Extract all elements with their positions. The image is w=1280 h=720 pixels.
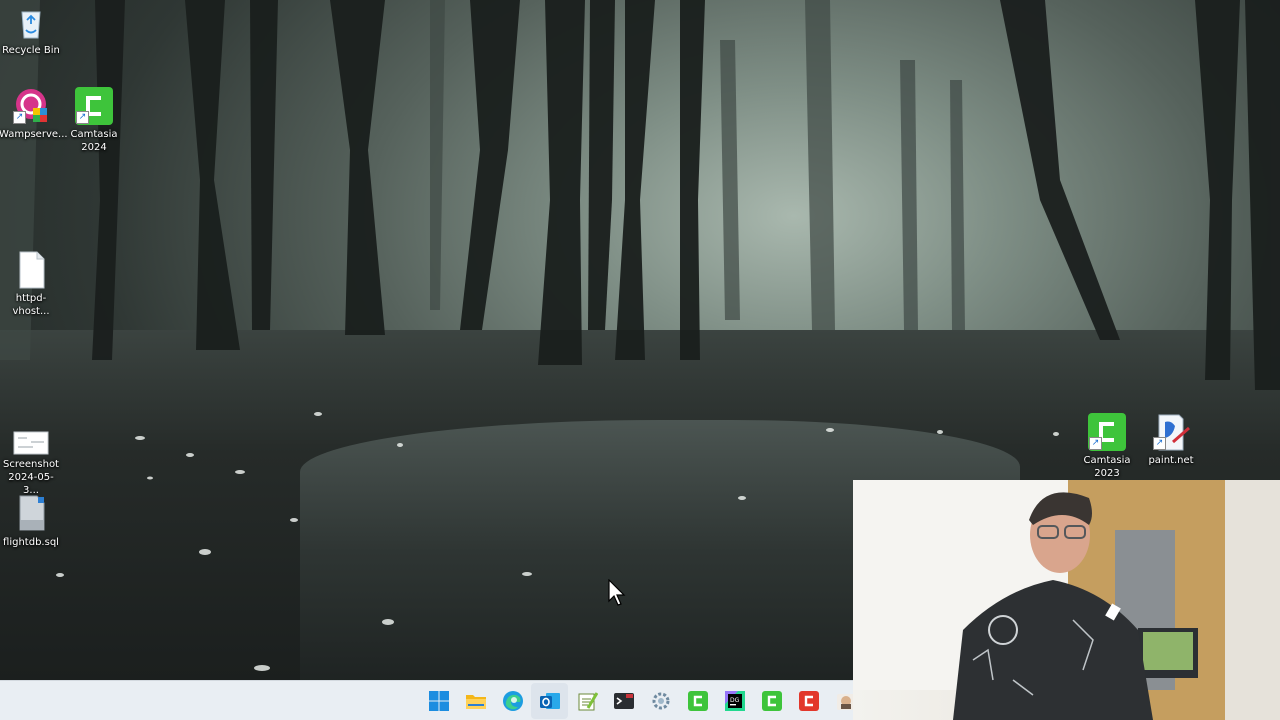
shortcut-arrow-icon: ↗ [1089,437,1102,450]
webcam-presenter-image [853,480,1280,720]
desktop[interactable]: Recycle Bin ↗ Wampserve... ↗ Camtasia 20… [0,0,1280,720]
taskbar-start-button[interactable] [420,683,457,719]
datagrip-icon: DG [724,691,745,711]
mouse-cursor-icon [608,579,626,606]
folder-icon [465,695,486,709]
desktop-icon-paintnet[interactable]: ↗ paint.net [1139,412,1203,467]
taskbar-datagrip[interactable]: DG [716,683,753,719]
desktop-icon-httpd-vhosts[interactable]: httpd-vhost... [0,250,63,318]
taskbar-notepadpp[interactable] [568,683,605,719]
desktop-icon-label: Recycle Bin [2,45,60,56]
camtasia-icon [761,691,782,711]
shortcut-arrow-icon: ↗ [76,111,89,124]
taskbar-camtasia-2024[interactable] [679,683,716,719]
desktop-icon-flightdb[interactable]: flightdb.sql [0,494,63,549]
taskbar-file-explorer[interactable] [457,683,494,719]
desktop-icon-camtasia-2024[interactable]: ↗ Camtasia 2024 [62,86,126,154]
settings-gear-icon [652,692,669,710]
camtasia-icon: ↗ [1087,412,1127,452]
camtasia-icon [687,691,708,711]
sql-file-icon [11,494,51,534]
webcam-overlay [853,480,1280,720]
desktop-icon-wampserver[interactable]: ↗ Wampserve... [0,86,68,141]
paintnet-icon: ↗ [1151,412,1191,452]
wampserver-icon: ↗ [11,86,51,126]
edge-icon [502,691,523,711]
taskbar-app-list: DG [420,681,864,720]
camtasia-icon: ↗ [74,86,114,126]
taskbar-terminal[interactable] [605,683,642,719]
camtasia-recorder-icon [798,691,819,711]
desktop-icon-label: paint.net [1148,455,1194,466]
desktop-icon-camtasia-2023[interactable]: ↗ Camtasia 2023 [1075,412,1139,480]
terminal-icon [613,693,634,709]
taskbar-camtasia-2023[interactable] [753,683,790,719]
desktop-icon-label: Camtasia 2024 [70,129,118,153]
shortcut-arrow-icon: ↗ [1153,437,1166,450]
desktop-icon-recycle-bin[interactable]: Recycle Bin [0,2,63,57]
desktop-icon-label: Camtasia 2023 [1083,455,1131,479]
desktop-icon-label: Wampserve... [0,129,68,140]
svg-text:DG: DG [730,697,740,704]
notepadpp-icon [578,692,598,711]
taskbar-settings[interactable] [642,683,679,719]
file-icon [11,250,51,290]
shortcut-arrow-icon: ↗ [13,111,26,124]
desktop-icon-label: flightdb.sql [3,537,59,548]
desktop-icon-screenshot[interactable]: Screenshot 2024-05-3... [0,426,63,497]
recycle-bin-icon [11,2,51,42]
taskbar-outlook[interactable] [531,683,568,719]
windows-start-icon [428,691,449,711]
screenshot-icon [11,426,51,466]
outlook-icon [539,693,560,709]
taskbar-camtasia-recorder[interactable] [790,683,827,719]
taskbar-edge[interactable] [494,683,531,719]
desktop-icon-label: httpd-vhost... [12,293,50,317]
